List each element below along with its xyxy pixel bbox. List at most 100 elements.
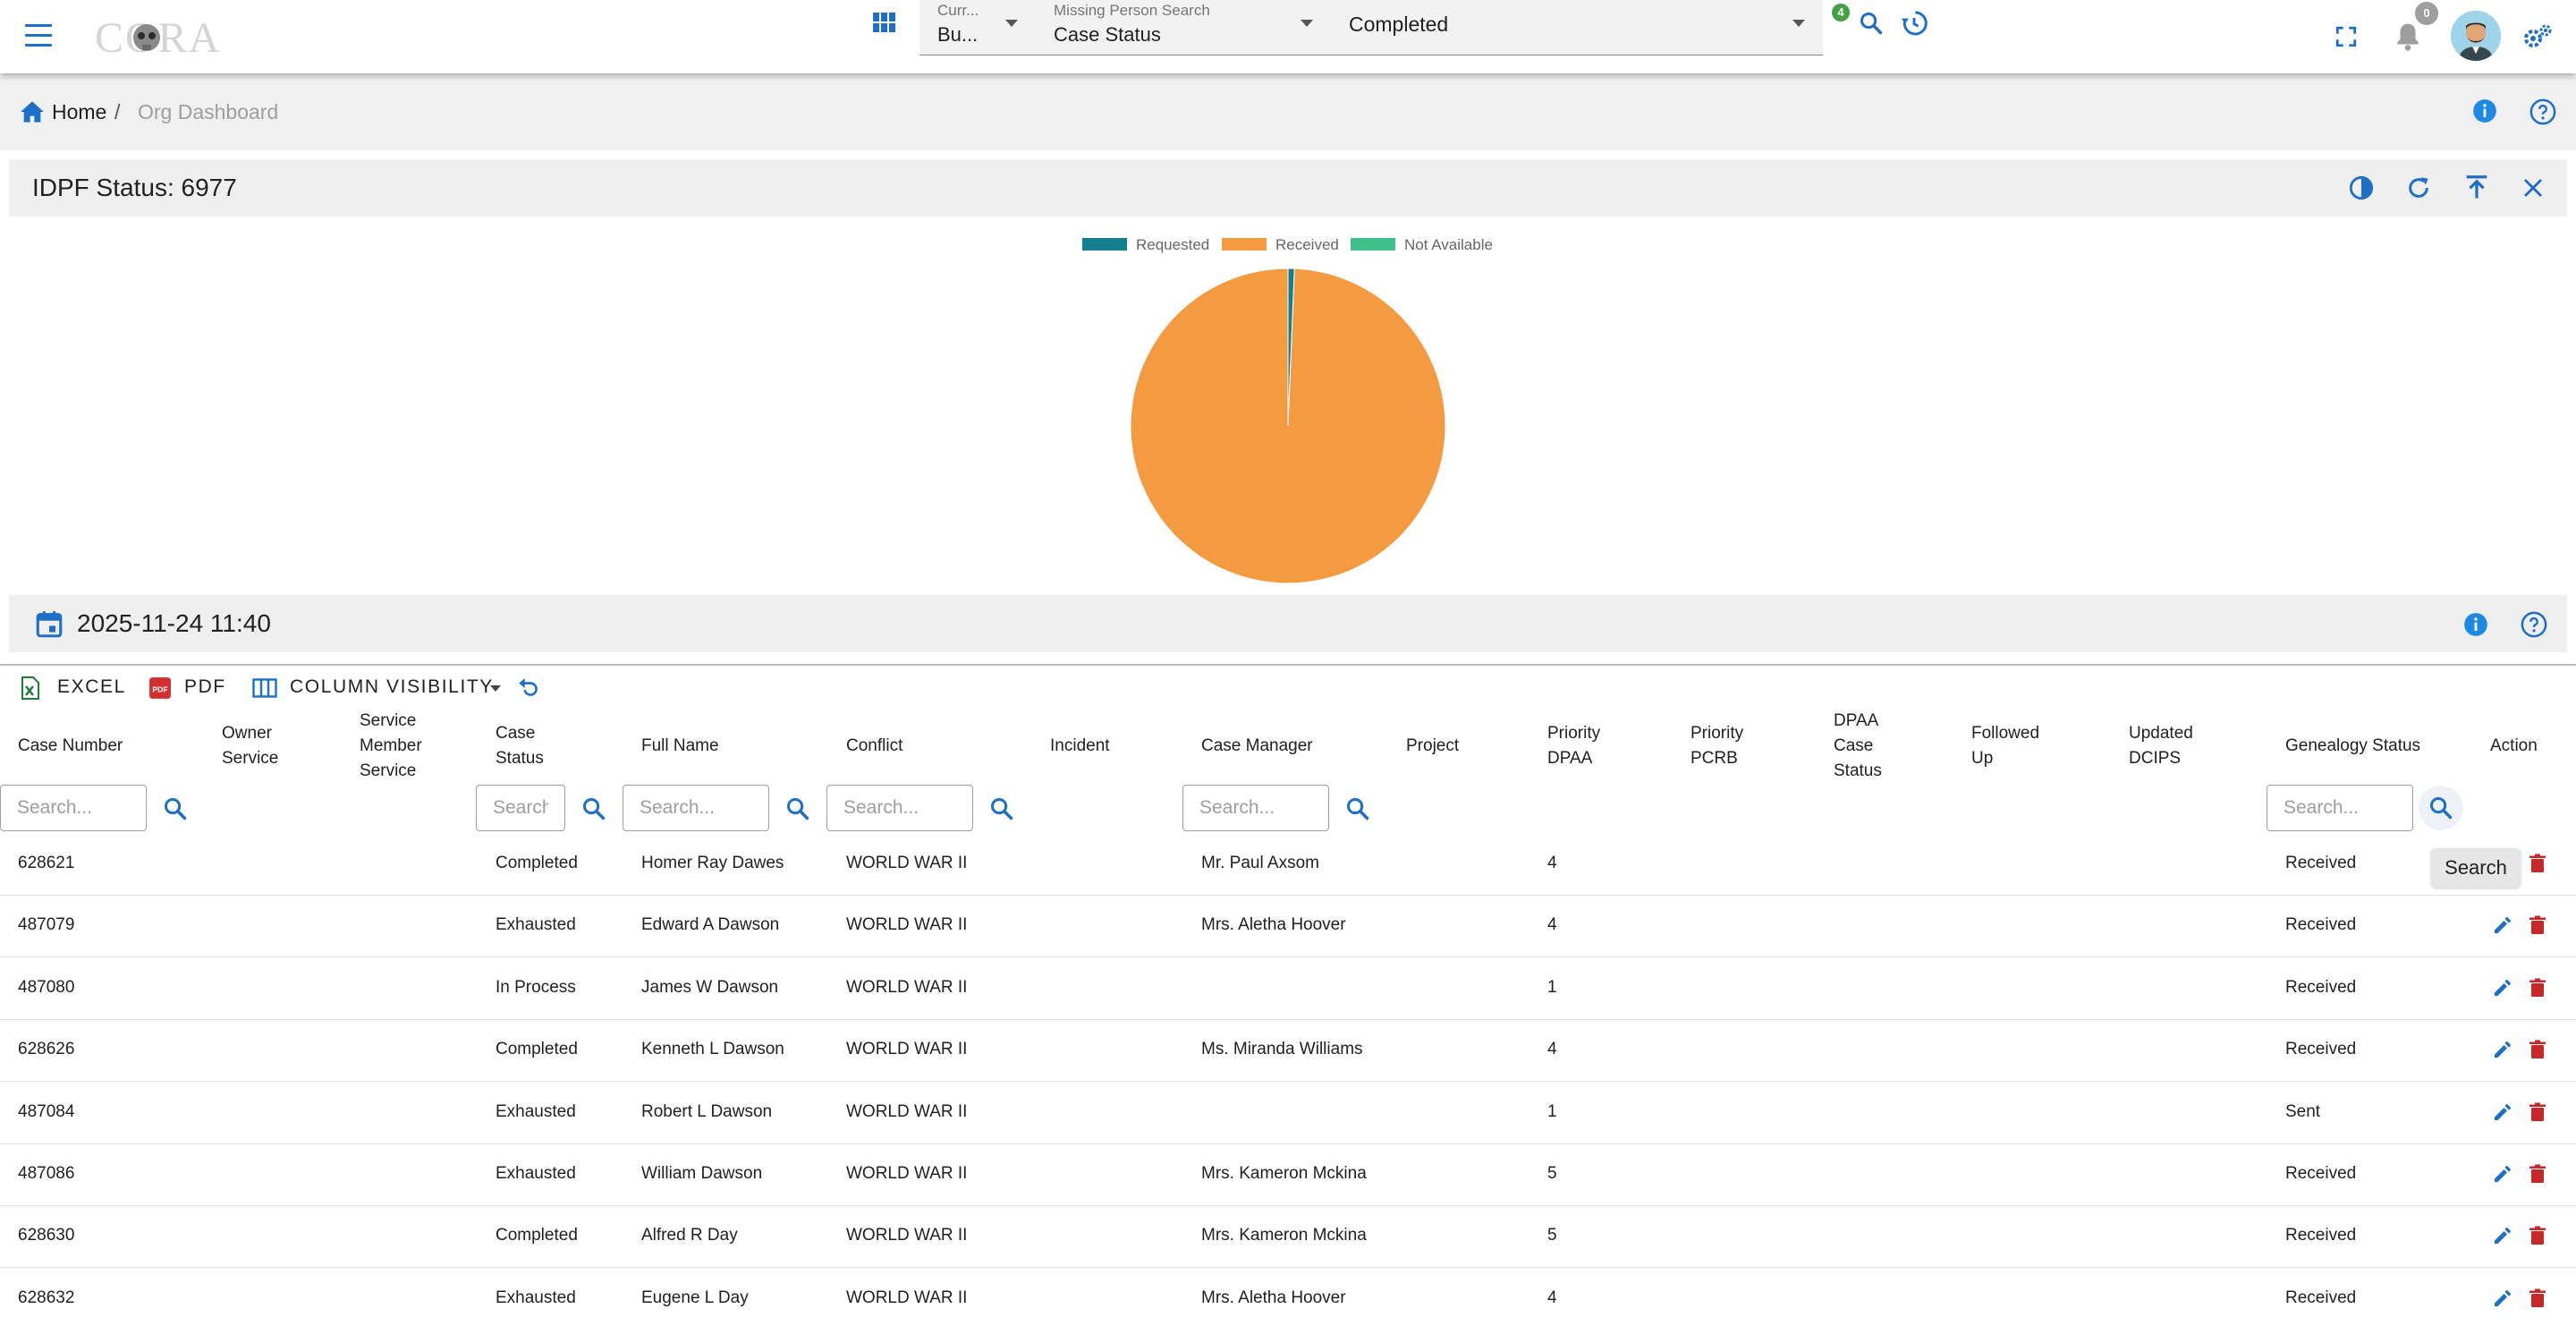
case-number-search-input[interactable] [0,785,147,831]
header-dpaa-case-status[interactable]: DPAA Case Status [1834,709,1896,784]
panel-divider [0,664,2576,666]
cell-priority-dpaa: 4 [1547,1040,1557,1059]
search-icon[interactable] [785,796,810,821]
header-project[interactable]: Project [1406,734,1459,759]
delete-icon[interactable] [2527,852,2548,875]
contrast-icon[interactable] [2349,175,2374,200]
table-row[interactable]: 628626 Completed Kenneth L Dawson WORLD WAR… [0,1020,2576,1083]
edit-icon[interactable] [2492,976,2513,999]
delete-icon[interactable] [2527,1287,2548,1310]
help-icon[interactable] [2521,611,2547,638]
table-row[interactable]: 628630 Completed Alfred R Day WORLD WAR II M… [0,1206,2576,1269]
cell-case-status: Completed [496,1040,578,1059]
table-row[interactable]: 487084 Exhausted Robert L Dawson WORLD WAR … [0,1083,2576,1144]
export-pdf-button[interactable]: PDF [184,676,226,698]
header-followed-up[interactable]: Followed Up [1971,721,2052,771]
search-icon[interactable] [989,796,1014,821]
conflict-search-input[interactable] [826,785,973,831]
cell-case-status: Completed [496,1226,578,1245]
header-conflict[interactable]: Conflict [846,734,902,759]
delete-icon[interactable] [2527,1224,2548,1247]
refresh-icon[interactable] [2406,175,2431,200]
undo-reset-icon[interactable] [517,676,540,700]
column-visibility-button[interactable]: COLUMN VISIBILITY [290,676,494,698]
idpf-status-panel-header: IDPF Status: 6977 [9,159,2567,217]
header-case-status[interactable]: Case Status [496,721,558,771]
excel-file-icon[interactable] [20,676,41,700]
full-name-search-input[interactable] [623,785,769,831]
current-selector[interactable]: Curr... Bu... [919,0,1036,55]
delete-icon[interactable] [2527,914,2548,937]
table-row[interactable]: 487086 Exhausted William Dawson WORLD WAR I… [0,1144,2576,1206]
header-owner-service[interactable]: Owner Service [222,721,293,771]
case-status-search-input[interactable] [476,785,565,831]
cell-case-number: 487079 [18,915,75,935]
header-priority-pcrb[interactable]: Priority PCRB [1690,721,1762,771]
search-value-select[interactable]: Completed [1331,0,1823,55]
export-excel-button[interactable]: EXCEL [57,676,126,698]
table-row[interactable]: 487079 Exhausted Edward A Dawson WORLD WAR … [0,896,2576,958]
search-icon[interactable] [1859,11,1884,36]
edit-icon[interactable] [2492,1101,2513,1124]
chevron-down-icon[interactable] [490,685,501,692]
delete-icon[interactable] [2527,1162,2548,1186]
info-icon[interactable] [2472,98,2497,123]
legend-swatch-not-available [1351,238,1395,251]
settings-gears-icon[interactable] [2522,23,2553,50]
header-priority-dpaa[interactable]: Priority DPAA [1547,721,1619,771]
header-incident[interactable]: Incident [1050,734,1110,759]
header-genealogy-status[interactable]: Genealogy Status [2285,734,2420,759]
delete-icon[interactable] [2527,1038,2548,1061]
edit-icon[interactable] [2492,914,2513,937]
close-icon[interactable] [2522,177,2544,199]
search-icon[interactable] [581,796,606,821]
dashboard-grid-icon[interactable] [873,13,896,34]
genealogy-status-search-input[interactable] [2267,785,2413,831]
fullscreen-icon[interactable] [2334,25,2358,48]
search-icon[interactable] [163,796,188,821]
menu-icon[interactable] [25,24,52,49]
table-row[interactable]: 487080 In Process James W Dawson WORLD WAR … [0,958,2576,1020]
cell-case-number: 487080 [18,977,75,997]
legend-item-received[interactable]: Received [1222,236,1339,254]
edit-icon[interactable] [2492,1224,2513,1247]
info-icon[interactable] [2463,612,2488,637]
cell-priority-dpaa: 4 [1547,915,1557,935]
pdf-file-icon[interactable]: PDF [148,676,172,700]
breadcrumb-separator: / [114,100,121,123]
cell-case-number: 628626 [18,1040,75,1059]
breadcrumb-home-link[interactable]: Home [52,100,106,124]
table-row[interactable]: 628621 Completed Homer Ray Dawes WORLD WAR … [0,834,2576,896]
genealogy-search-button[interactable] [2419,786,2463,830]
edit-icon[interactable] [2492,1287,2513,1310]
calendar-icon[interactable] [34,609,64,640]
header-updated-dcips[interactable]: Updated DCIPS [2129,721,2209,771]
cell-case-manager: Mrs. Kameron Mckina [1201,1164,1367,1183]
delete-icon[interactable] [2527,976,2548,999]
header-full-name[interactable]: Full Name [641,734,719,759]
current-selector-value: Bu... [937,23,979,46]
edit-icon[interactable] [2492,1162,2513,1186]
chevron-down-icon [1005,20,1018,27]
cell-case-status: Exhausted [496,1101,576,1121]
home-icon[interactable] [20,100,45,123]
edit-icon[interactable] [2492,1038,2513,1061]
collapse-up-icon[interactable] [2463,174,2490,200]
column-icon[interactable] [252,678,277,698]
case-manager-search-input[interactable] [1182,785,1329,831]
header-case-manager[interactable]: Case Manager [1201,734,1313,759]
bell-icon[interactable] [2394,21,2422,52]
history-icon[interactable] [1900,9,1928,38]
header-service-member-service[interactable]: Service Member Service [360,709,440,784]
table-row[interactable]: 628632 Exhausted Eugene L Day WORLD WAR II M… [0,1269,2576,1326]
delete-icon[interactable] [2527,1101,2548,1124]
legend-item-not-available[interactable]: Not Available [1351,236,1493,254]
search-icon[interactable] [1345,796,1370,821]
user-avatar[interactable] [2451,11,2501,61]
search-type-select[interactable]: Missing Person Search Case Status [1036,0,1331,55]
pie-slice-received[interactable] [1130,268,1446,584]
header-case-number[interactable]: Case Number [18,734,123,759]
cell-case-manager: Mrs. Kameron Mckina [1201,1226,1367,1245]
help-icon[interactable] [2529,98,2556,125]
legend-item-requested[interactable]: Requested [1082,236,1209,254]
